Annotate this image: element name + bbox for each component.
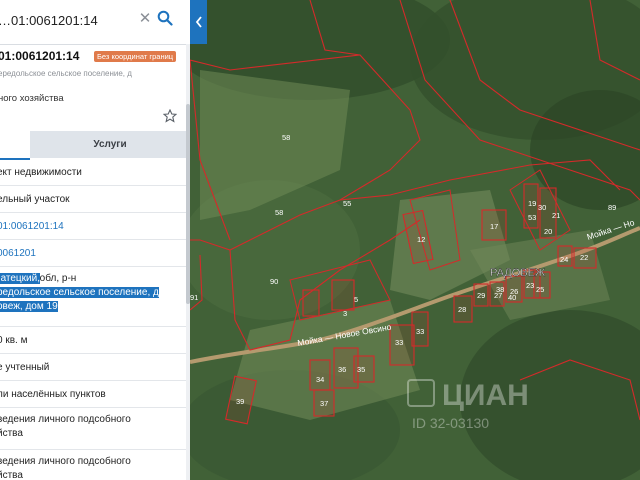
parcel-number: 90 <box>270 277 278 286</box>
parcel-number: 23 <box>526 281 534 290</box>
parcel-number: 36 <box>338 365 346 374</box>
list-item: ельный участок <box>0 186 186 213</box>
parcel-number: 28 <box>458 305 466 314</box>
parcel-number: 33 <box>416 327 424 336</box>
quarter-link[interactable]: 0061201 <box>0 248 36 259</box>
parcel-number: 89 <box>608 203 616 212</box>
list-item: ект недвижимости <box>0 158 186 186</box>
village-label: РАДОВЕЖ <box>490 267 545 279</box>
map-canvas[interactable]: 58 58 55 89 90 91 3 5 12 17 33 33 36 35 … <box>190 0 640 480</box>
parcel-number: 20 <box>544 227 552 236</box>
svg-text:ID 32-03130: ID 32-03130 <box>412 415 489 431</box>
parcel-number: 5 <box>354 295 358 304</box>
list-item: е учтенный <box>0 354 186 381</box>
info-list: ект недвижимости ельный участок 01:00612… <box>0 158 186 480</box>
list-item: 0061201 <box>0 240 186 267</box>
list-item: ведения личного подсобного йства <box>0 450 186 480</box>
parcel-number: 40 <box>508 293 516 302</box>
parcel <box>331 279 355 311</box>
list-item: ведения личного подсобного йства <box>0 408 186 450</box>
search-icon[interactable] <box>154 6 176 30</box>
parcel-number: 35 <box>357 365 365 374</box>
scrollbar-thumb[interactable] <box>186 104 190 304</box>
collapse-panel-button[interactable] <box>190 0 207 44</box>
parcel-number: 19 <box>528 199 536 208</box>
parcel-number: 91 <box>190 293 198 302</box>
parcel-number: 53 <box>528 213 536 222</box>
cadastral-link[interactable]: 01:0061201:14 <box>0 221 64 232</box>
list-item: 0 кв. м <box>0 327 186 354</box>
svg-text:ЦИАН: ЦИАН <box>442 379 529 412</box>
cadastral-number: 01:0061201:14 <box>0 49 80 63</box>
tab-info[interactable] <box>0 131 30 160</box>
parcel <box>302 289 320 317</box>
list-item: ли населённых пунктов <box>0 381 186 408</box>
satellite-map[interactable]: 58 58 55 89 90 91 3 5 12 17 33 33 36 35 … <box>190 0 640 480</box>
parcel-number: 17 <box>490 222 498 231</box>
scrollbar[interactable] <box>186 44 190 480</box>
search-input[interactable] <box>0 8 128 32</box>
left-panel: ✕ 01:0061201:14 Без координат границ ере… <box>0 0 190 480</box>
close-icon[interactable]: ✕ <box>136 8 154 28</box>
parcel-number: 58 <box>282 133 290 142</box>
no-coordinates-badge: Без координат границ <box>94 51 177 62</box>
parcel-number: 25 <box>536 285 544 294</box>
parcel-number: 39 <box>236 397 244 406</box>
list-item: 01:0061201:14 <box>0 213 186 240</box>
parcel-number: 29 <box>477 291 485 300</box>
parcel-number: 37 <box>320 399 328 408</box>
search-bar: ✕ <box>0 0 190 45</box>
parcel-number: 12 <box>417 235 425 244</box>
parcel-number: 21 <box>552 211 560 220</box>
parcel-number: 58 <box>275 208 283 217</box>
parcel-number: 38 <box>496 285 504 294</box>
parcel-number: 24 <box>560 255 568 264</box>
parcel-number: 30 <box>538 203 546 212</box>
list-item-address: ородская обл, р-н Батецкий, редольское с… <box>0 267 186 327</box>
parcel-number: 55 <box>343 199 351 208</box>
parcel-number: 33 <box>395 338 403 347</box>
parcel-purpose: ного хозяйства <box>0 93 64 104</box>
parcel-number: 22 <box>580 253 588 262</box>
parcel-number: 3 <box>343 309 347 318</box>
star-outline-icon[interactable] <box>162 108 178 123</box>
parcel-address: ередольское сельское поселение, д <box>0 69 132 78</box>
parcel-number: 34 <box>316 375 324 384</box>
tab-services[interactable]: Услуги <box>30 131 190 158</box>
tabs: Услуги <box>0 131 190 160</box>
